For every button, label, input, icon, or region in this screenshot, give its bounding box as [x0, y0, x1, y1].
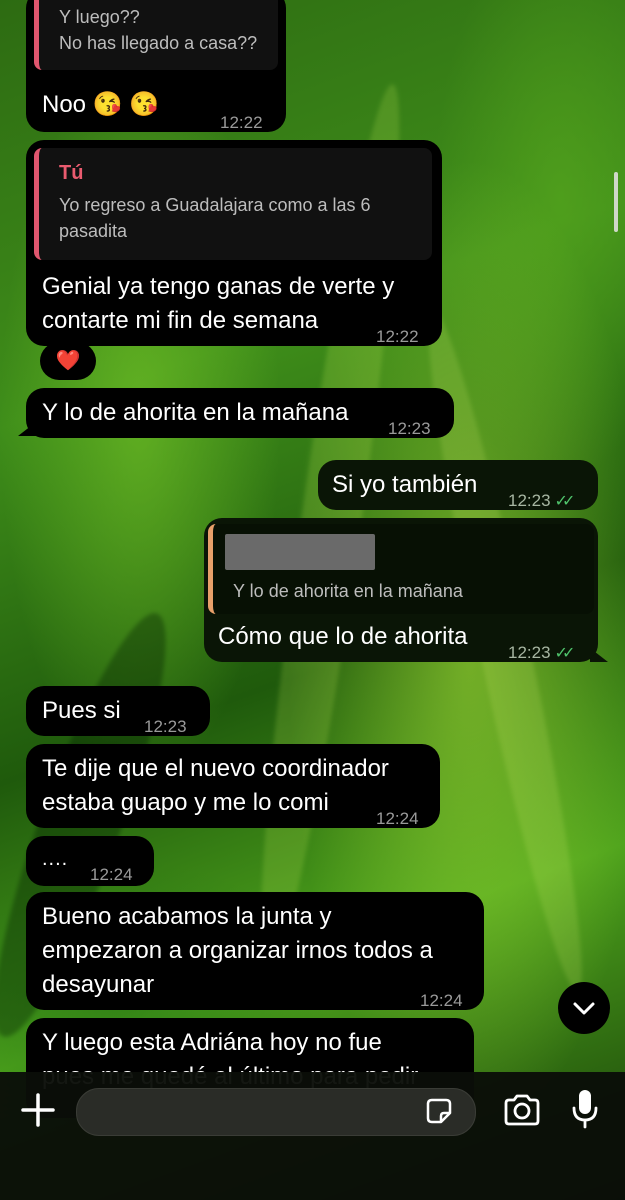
message-text-line: estaba guapo y me lo comi	[42, 789, 329, 816]
quoted-reply[interactable]: Tú Yo regreso a Guadalajara como a las 6…	[34, 148, 432, 260]
message-time: 12:23 ✓✓	[508, 484, 576, 519]
message-time: 12:23 ✓✓	[508, 636, 576, 671]
message-bubble-incoming[interactable]: Te dije que el nuevo coordinador estaba …	[26, 744, 440, 828]
quoted-line: Y luego??	[59, 7, 140, 27]
message-bubble-incoming[interactable]: Bueno acabamos la junta y empezaron a or…	[26, 892, 484, 1010]
sticker-button[interactable]	[424, 1096, 454, 1126]
message-text: Si yo también	[332, 471, 478, 498]
message-time: 12:22	[220, 113, 263, 132]
time-text: 12:23	[508, 491, 551, 510]
message-text-line: Bueno acabamos la junta y	[42, 903, 332, 930]
message-text-line: contarte mi fin de semana	[42, 307, 319, 334]
quoted-line: pasadita	[59, 221, 128, 241]
message-text-line: empezaron a organizar irnos todos a	[42, 937, 433, 964]
quoted-author: Tú	[59, 162, 84, 184]
chevron-down-icon	[573, 1002, 595, 1015]
quoted-author-redacted	[225, 534, 375, 570]
message-bubble-incoming[interactable]: .... 12:24	[26, 836, 154, 886]
message-bubble-outgoing[interactable]: Y lo de ahorita en la mañana Cómo que lo…	[204, 518, 598, 662]
time-text: 12:23	[508, 643, 551, 662]
message-text: Pues si	[42, 697, 121, 724]
message-input[interactable]	[76, 1088, 476, 1136]
voice-message-button[interactable]	[570, 1088, 600, 1130]
add-attachment-button[interactable]	[18, 1090, 58, 1130]
message-time: 12:24	[376, 809, 419, 828]
message-time: 12:24	[420, 991, 463, 1010]
plus-icon	[21, 1093, 55, 1127]
message-time: 12:23	[388, 419, 431, 438]
message-text-line: desayunar	[42, 971, 155, 998]
message-time: 12:24	[90, 865, 133, 884]
quoted-line: No has llegado a casa??	[59, 33, 258, 53]
message-text: Cómo que lo de ahorita	[218, 623, 468, 650]
message-text-line: Y luego esta Adriána hoy no fue	[42, 1029, 382, 1056]
quoted-reply[interactable]: Y luego?? No has llegado a casa??	[34, 0, 278, 70]
message-time: 12:23	[144, 717, 187, 736]
message-bubble-incoming[interactable]: Pues si 12:23	[26, 686, 210, 736]
message-bubble-incoming[interactable]: Tú Yo regreso a Guadalajara como a las 6…	[26, 140, 442, 346]
sticker-icon	[426, 1098, 452, 1124]
message-text-line: Genial ya tengo ganas de verte y	[42, 273, 395, 300]
quoted-reply[interactable]: Y lo de ahorita en la mañana	[208, 524, 594, 614]
quoted-line: Y lo de ahorita en la mañana	[233, 581, 463, 601]
heart-icon: ❤️	[55, 350, 81, 372]
reaction-badge[interactable]: ❤️	[40, 342, 96, 380]
camera-button[interactable]	[502, 1092, 542, 1128]
message-text: Noo 😘 😘	[42, 91, 160, 118]
quoted-line: Yo regreso a Guadalajara como a las 6	[59, 195, 371, 215]
message-text: ....	[42, 848, 69, 870]
message-text: Y lo de ahorita en la mañana	[42, 399, 349, 426]
message-bubble-outgoing[interactable]: Si yo también 12:23 ✓✓	[318, 460, 598, 510]
microphone-icon	[572, 1090, 598, 1129]
message-time: 12:22	[376, 327, 419, 346]
scroll-to-bottom-button[interactable]	[558, 982, 610, 1034]
read-checkmarks-icon: ✓✓	[554, 645, 576, 662]
camera-icon	[504, 1094, 540, 1126]
message-bubble-incoming[interactable]: Y luego?? No has llegado a casa?? Noo 😘 …	[26, 0, 286, 132]
scrollbar[interactable]	[614, 172, 618, 232]
message-text-line: Te dije que el nuevo coordinador	[42, 755, 389, 782]
message-bubble-incoming[interactable]: Y lo de ahorita en la mañana 12:23	[26, 388, 454, 438]
read-checkmarks-icon: ✓✓	[554, 493, 576, 510]
